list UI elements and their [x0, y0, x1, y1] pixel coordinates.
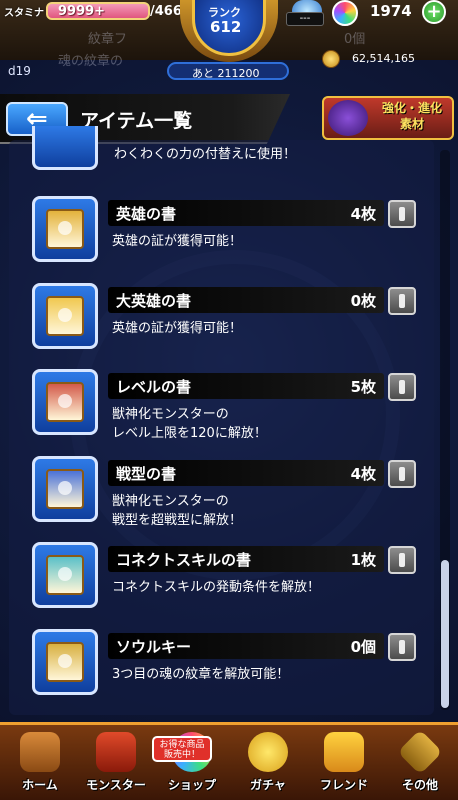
item-description: 3つ目の魂の紋章を解放可能！ — [112, 666, 290, 682]
scroll-icon — [46, 382, 84, 422]
item-info-button[interactable] — [388, 200, 416, 228]
item-description: 獣神化モンスターの レベル上限を120に解放！ — [112, 407, 267, 441]
item-count: 4枚 — [350, 464, 376, 483]
nav-friend-label: フレンド — [319, 778, 368, 792]
item-count: 4枚 — [350, 205, 376, 223]
item-description: 英雄の証が獲得可能！ — [112, 320, 243, 336]
nav-gacha-label: ガチャ — [250, 778, 286, 792]
item-name: レベルの書 — [116, 378, 192, 396]
item-row: 大英雄の書 0枚 英雄の証が獲得可能！ — [0, 282, 458, 369]
item-info-button[interactable] — [388, 373, 416, 401]
item-description: コネクトスキルの発動条件を解放！ — [112, 580, 321, 595]
add-gems-button[interactable]: + — [422, 0, 446, 24]
item-info-button[interactable] — [388, 546, 416, 574]
item-count: 5枚 — [350, 378, 376, 396]
side-id: d19 — [8, 64, 31, 78]
gacha-icon — [248, 732, 288, 772]
nav-friend[interactable]: フレンド — [306, 730, 382, 800]
item-count: 1枚 — [350, 551, 376, 569]
item-count: 0枚 — [350, 291, 376, 310]
scroll-icon — [46, 295, 84, 336]
item-icon[interactable] — [32, 455, 98, 522]
item-row: 英雄の書 4枚 英雄の証が獲得可能！ — [0, 196, 458, 282]
item-row: レベルの書 5枚 獣神化モンスターの レベル上限を120に解放！ — [0, 369, 458, 455]
scroll-icon — [46, 209, 84, 249]
scroll-icon — [46, 641, 84, 682]
gem-icon — [332, 0, 358, 26]
nav-home-label: ホーム — [22, 778, 58, 792]
ghost-item-name: 紋章フ — [88, 32, 128, 47]
monster-icon — [96, 732, 136, 772]
item-count: 0個 — [350, 637, 376, 656]
item-row: 戦型の書 4枚 獣神化モンスターの 戦型を超戦型に解放！ — [0, 455, 458, 542]
item-name: 戦型の書 — [116, 464, 177, 483]
item-name: 英雄の書 — [116, 205, 177, 223]
scroll-icon — [46, 555, 84, 595]
ghost-item-desc: 魂の紋章の — [58, 54, 124, 69]
stamina-value: 9999+ — [58, 4, 106, 19]
nav-other-label: その他 — [401, 778, 438, 792]
other-icon — [397, 729, 443, 775]
partial-item-icon[interactable] — [32, 126, 98, 170]
item-row: ソウルキー 0個 3つ目の魂の紋章を解放可能！ — [0, 628, 458, 715]
gem-count: 1974 — [370, 2, 412, 20]
nav-home[interactable]: ホーム — [2, 730, 78, 800]
nav-gacha[interactable]: ガチャ — [230, 730, 306, 800]
item-row: コネクトスキルの書 1枚 コネクトスキルの発動条件を解放！ — [0, 542, 458, 628]
home-icon — [20, 732, 60, 772]
scroll-icon — [46, 468, 84, 509]
item-name: コネクトスキルの書 — [116, 551, 252, 569]
item-info-button[interactable] — [388, 286, 416, 315]
item-icon[interactable] — [32, 542, 98, 608]
item-description: 獣神化モンスターの 戦型を超戦型に解放！ — [112, 493, 243, 528]
nav-shop-label: ショップ — [167, 778, 216, 792]
partial-item-desc: わくわくの力の付替えに使用！ — [114, 147, 297, 162]
item-name: ソウルキー — [116, 637, 192, 656]
nav-other[interactable]: その他 — [382, 729, 458, 800]
stamina-max: /466 — [150, 4, 182, 19]
friend-icon — [324, 732, 364, 772]
ghost-item-count: 0個 — [344, 32, 366, 47]
item-info-button[interactable] — [388, 632, 416, 661]
item-icon[interactable] — [32, 369, 98, 435]
item-icon[interactable] — [32, 282, 98, 349]
item-icon[interactable] — [32, 628, 98, 695]
nav-monster-label: モンスター — [86, 778, 146, 792]
item-info-button[interactable] — [388, 459, 416, 488]
power-button-label: 強化・進化 素材 — [381, 101, 442, 131]
monster-icon — [328, 100, 368, 136]
item-icon[interactable] — [32, 196, 98, 262]
stamina-label: スタミナ — [4, 8, 44, 19]
item-description: 英雄の証が獲得可能！ — [112, 234, 243, 249]
shop-sale-badge: お得な商品 販売中！ — [152, 736, 212, 762]
item-name: 大英雄の書 — [116, 291, 192, 310]
nav-monster[interactable]: モンスター — [78, 730, 154, 800]
